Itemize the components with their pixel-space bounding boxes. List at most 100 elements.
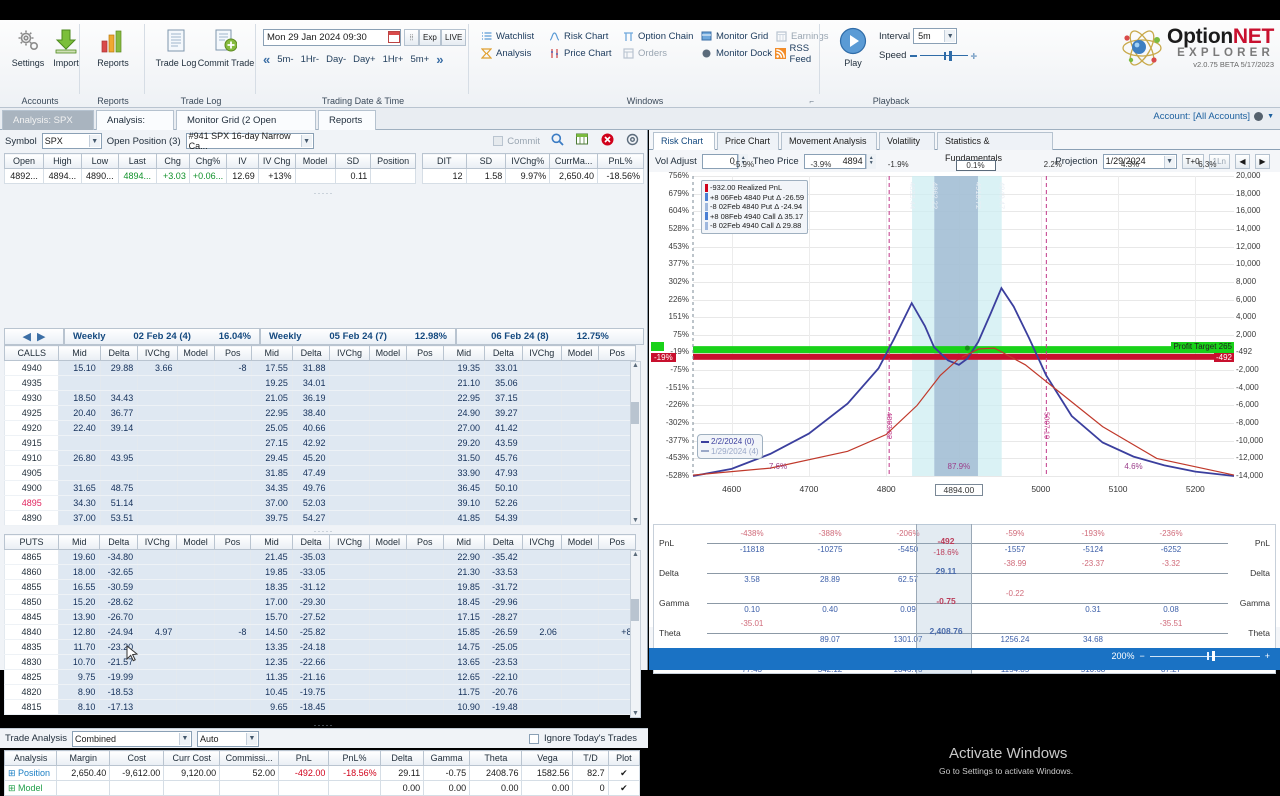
table-row[interactable]: 4845 13.90 -26.70 15.70 -27.52 17.15 -28.27 (3, 609, 636, 625)
ta-row-name[interactable]: ⊞ Position (3, 765, 58, 781)
chain-cell[interactable]: 12.35 (250, 654, 293, 670)
chain-cell[interactable]: 45.20 (291, 450, 330, 466)
chain-cell[interactable] (405, 699, 444, 715)
chain-cell[interactable]: 38.40 (291, 405, 330, 421)
chain-cell[interactable]: 39.27 (484, 405, 523, 421)
chain-cell[interactable]: -24.18 (291, 639, 330, 655)
chain-cell[interactable] (521, 564, 562, 580)
chain-cell[interactable]: 15.10 (58, 360, 101, 376)
chain-cell[interactable] (560, 450, 599, 466)
chain-cell[interactable]: -22.66 (291, 654, 330, 670)
strike-cell[interactable]: 4820 (3, 684, 59, 700)
chain-cell[interactable]: -20.76 (483, 684, 523, 700)
chain-cell[interactable] (368, 699, 407, 715)
chain-cell[interactable]: 17.15 (442, 609, 485, 625)
chain-cell[interactable]: -19.48 (483, 699, 523, 715)
chain-cell[interactable] (137, 420, 178, 436)
chain-cell[interactable]: 31.85 (250, 465, 293, 481)
trade-analysis-table[interactable]: Analysis Margin Cost Curr Cost Commissi... Pn… (3, 750, 641, 796)
chain-cell[interactable] (176, 450, 215, 466)
chain-cell[interactable] (329, 495, 370, 511)
chain-cell[interactable] (405, 360, 444, 376)
chain-cell[interactable]: 41.85 (442, 510, 485, 526)
chain-cell[interactable]: 19.85 (250, 564, 293, 580)
chain-cell[interactable] (521, 450, 562, 466)
chain-cell[interactable] (137, 549, 177, 565)
chain-cell[interactable]: 27.00 (442, 420, 485, 436)
search-icon[interactable] (551, 133, 564, 149)
chain-cell[interactable] (521, 639, 562, 655)
chain-cell[interactable] (368, 495, 407, 511)
chain-cell[interactable] (405, 480, 444, 496)
chain-cell[interactable] (176, 639, 215, 655)
chain-cell[interactable] (560, 375, 599, 391)
chain-cell[interactable] (560, 669, 599, 685)
chain-cell[interactable] (176, 480, 215, 496)
chain-cell[interactable] (137, 699, 177, 715)
chain-cell[interactable] (368, 684, 407, 700)
chain-cell[interactable]: 17.55 (250, 360, 293, 376)
chain-cell[interactable] (176, 510, 215, 526)
zoom-control[interactable]: 200% − + (1111, 651, 1270, 661)
chain-cell[interactable]: 12.65 (442, 669, 485, 685)
chain-cell[interactable]: 11.75 (442, 684, 485, 700)
chain-cell[interactable] (329, 510, 370, 526)
chain-cell[interactable] (329, 609, 370, 625)
chain-cell[interactable] (368, 420, 407, 436)
chain-cell[interactable]: 15.70 (250, 609, 293, 625)
chain-cell[interactable] (405, 405, 444, 421)
chain-cell[interactable] (521, 405, 562, 421)
strike-cell[interactable]: 4845 (3, 609, 59, 625)
chain-cell[interactable]: 34.35 (250, 480, 293, 496)
chain-cell[interactable] (329, 669, 370, 685)
window-watchlist-button[interactable]: Watchlist (480, 28, 534, 45)
chain-cell[interactable]: 50.10 (484, 480, 523, 496)
chain-cell[interactable] (137, 684, 177, 700)
chain-cell[interactable]: 16.55 (58, 579, 100, 595)
chain-cell[interactable]: 10.70 (58, 654, 100, 670)
chain-cell[interactable]: -29.96 (483, 594, 523, 610)
chain-cell[interactable]: 8.10 (58, 699, 100, 715)
chain-cell[interactable]: 29.88 (99, 360, 138, 376)
chain-cell[interactable] (137, 450, 178, 466)
chain-cell[interactable]: -33.53 (483, 564, 523, 580)
chain-cell[interactable]: -24.94 (99, 624, 138, 640)
table-row[interactable]: 4835 11.70 -23.20 13.35 -24.18 14.75 -25.05 (3, 639, 636, 655)
chain-cell[interactable] (137, 594, 177, 610)
chain-cell[interactable] (329, 435, 370, 451)
chain-cell[interactable]: 54.39 (484, 510, 523, 526)
table-row[interactable]: 4895 34.30 51.14 37.00 52.03 39.10 52.26 (3, 495, 636, 511)
chain-cell[interactable] (405, 510, 444, 526)
chain-cell[interactable]: -26.59 (483, 624, 523, 640)
chain-cell[interactable] (329, 699, 370, 715)
chain-cell[interactable]: 22.95 (442, 390, 485, 406)
chain-cell[interactable]: 11.70 (58, 639, 100, 655)
chain-cell[interactable]: 39.10 (442, 495, 485, 511)
nav-5m-plus[interactable]: 5m+ (410, 54, 429, 65)
nav-1hr-minus[interactable]: 1Hr- (301, 54, 319, 65)
chain-cell[interactable]: 47.93 (484, 465, 523, 481)
chain-cell[interactable]: -34.80 (99, 549, 138, 565)
chain-cell[interactable]: 31.65 (58, 480, 101, 496)
chain-cell[interactable] (521, 390, 562, 406)
chain-cell[interactable] (137, 654, 177, 670)
chain-cell[interactable] (213, 465, 252, 481)
chain-cell[interactable] (176, 549, 215, 565)
chain-cell[interactable] (405, 639, 444, 655)
chain-cell[interactable] (137, 639, 177, 655)
chain-cell[interactable]: 18.45 (442, 594, 485, 610)
chain-cell[interactable]: 13.90 (58, 609, 100, 625)
chain-cell[interactable] (176, 624, 215, 640)
chain-cell[interactable] (176, 375, 215, 391)
chain-cell[interactable]: 39.75 (250, 510, 293, 526)
zoom-in-button[interactable]: + (1265, 651, 1270, 661)
strike-cell[interactable]: 4865 (3, 549, 59, 565)
trading-datetime-field[interactable]: Mon 29 Jan 2024 09:30 (263, 29, 401, 46)
chain-cell[interactable]: 15.20 (58, 594, 100, 610)
chain-cell[interactable] (521, 465, 562, 481)
chain-cell[interactable] (521, 594, 562, 610)
strike-cell[interactable]: 4915 (3, 435, 59, 451)
chain-cell[interactable]: 22.40 (58, 420, 101, 436)
chain-cell[interactable] (560, 564, 599, 580)
table-row[interactable]: 4850 15.20 -28.62 17.00 -29.30 18.45 -29.96 (3, 594, 636, 610)
